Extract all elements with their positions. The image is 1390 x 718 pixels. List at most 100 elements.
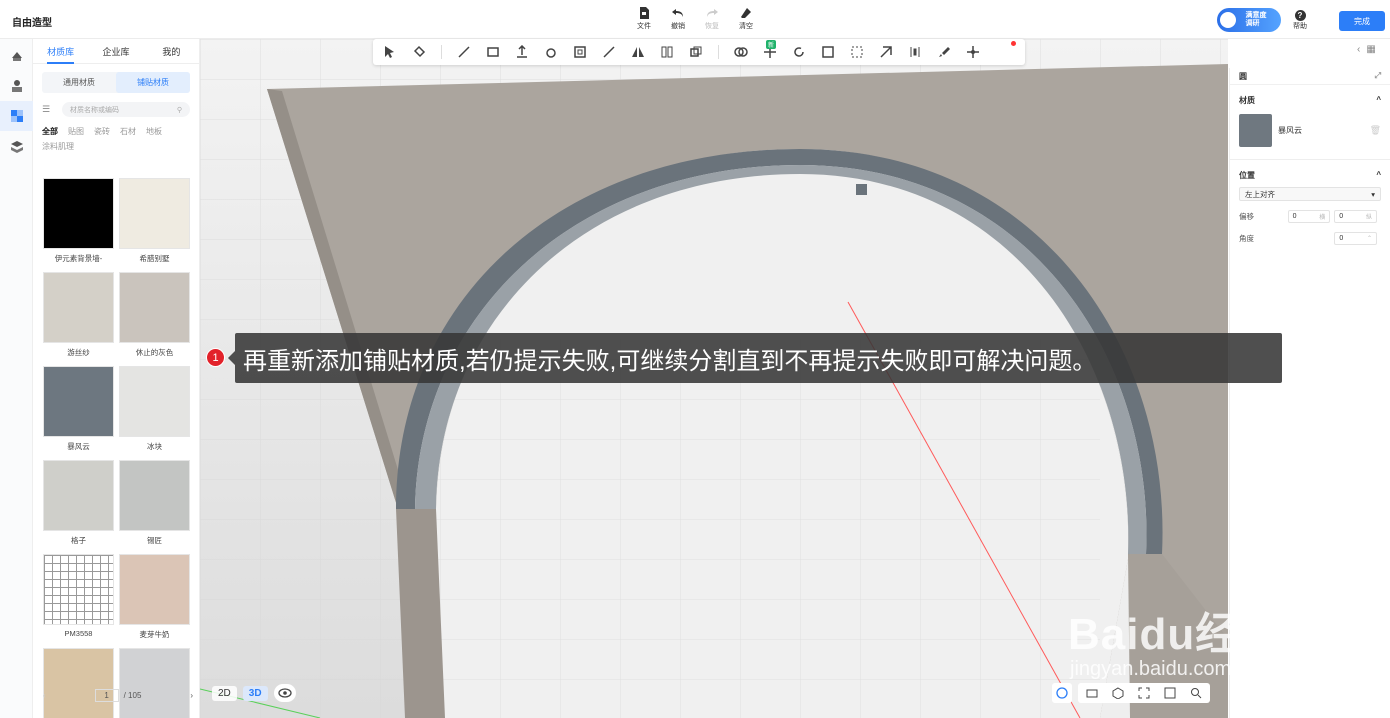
prev-page-icon[interactable]: ‹: [43, 691, 46, 700]
subtab-general[interactable]: 通用材质: [42, 72, 116, 93]
material-item[interactable]: 暴风云: [43, 366, 114, 460]
angle-input[interactable]: 0 ⌃: [1334, 232, 1377, 245]
material-item[interactable]: 伊元素背景墙-: [43, 178, 114, 272]
material-item[interactable]: [119, 648, 190, 718]
material-thumbnail[interactable]: [43, 366, 114, 437]
material-thumbnail[interactable]: [119, 178, 190, 249]
category-floor[interactable]: 地板: [146, 126, 162, 137]
delete-icon[interactable]: 🗑: [1370, 125, 1381, 136]
paint-tool[interactable]: [412, 45, 426, 59]
offset-y-input[interactable]: 0纵: [1334, 210, 1378, 223]
subtab-tiling[interactable]: 铺贴材质: [116, 72, 190, 93]
category-all[interactable]: 全部: [42, 126, 58, 137]
material-item[interactable]: 游丝纱: [43, 272, 114, 366]
draw-toolbar: [373, 39, 1025, 65]
material-item[interactable]: PM3558: [43, 554, 114, 648]
category-paint[interactable]: 涂料肌理: [42, 141, 74, 152]
category-stone[interactable]: 石材: [120, 126, 136, 137]
cube-view-button[interactable]: [1108, 683, 1128, 703]
select-tool[interactable]: [383, 45, 397, 59]
material-item[interactable]: 锡匠: [119, 460, 190, 554]
done-button[interactable]: 完成: [1339, 11, 1385, 31]
next-page-icon[interactable]: ›: [190, 691, 193, 700]
material-item[interactable]: 格子: [43, 460, 114, 554]
camera-button[interactable]: [1082, 683, 1102, 703]
more-tool[interactable]: [966, 45, 980, 59]
tutorial-caption: 再重新添加铺贴材质,若仍提示失败,可继续分割直到不再提示失败即可解决问题。: [235, 333, 1282, 383]
array-tool[interactable]: [660, 45, 674, 59]
tab-mine[interactable]: 我的: [144, 39, 199, 63]
rail-shapes[interactable]: [0, 41, 33, 71]
search-icon[interactable]: ⚲: [177, 106, 182, 114]
rail-materials[interactable]: [0, 101, 33, 131]
file-button[interactable]: 文件: [632, 6, 656, 31]
mirror-tool[interactable]: [631, 45, 645, 59]
search-input[interactable]: 材质名称或编码 ⚲: [62, 102, 190, 117]
reset-view-button[interactable]: [1052, 683, 1072, 703]
tab-enterprise-library[interactable]: 企业库: [88, 39, 143, 63]
push-pull-tool[interactable]: [515, 44, 529, 59]
view-2d-button[interactable]: 2D: [212, 685, 237, 701]
eye-icon[interactable]: [273, 684, 296, 702]
screenshot-button[interactable]: [1160, 683, 1180, 703]
clear-button[interactable]: 清空: [734, 6, 758, 31]
zoom-area-button[interactable]: [1186, 683, 1206, 703]
material-item[interactable]: 希腊别墅: [119, 178, 190, 272]
material-thumbnail[interactable]: [119, 272, 190, 343]
split-tool[interactable]: [850, 45, 864, 59]
material-thumbnail[interactable]: [43, 648, 114, 718]
material-swatch[interactable]: [1239, 114, 1272, 147]
collapse-right-icon[interactable]: ‹: [1357, 44, 1360, 55]
stepper-icon[interactable]: ⌃: [1367, 235, 1372, 242]
group-tool[interactable]: [689, 45, 703, 59]
rotate-tool[interactable]: [792, 45, 806, 59]
fit-view-button[interactable]: [1134, 683, 1154, 703]
rail-models[interactable]: [0, 71, 33, 101]
page-input[interactable]: 1: [94, 689, 119, 702]
position-section-title[interactable]: 位置 ^: [1239, 170, 1381, 181]
follow-tool[interactable]: [544, 45, 558, 59]
material-thumbnail[interactable]: [43, 178, 114, 249]
material-item[interactable]: 麦芽牛奶: [119, 554, 190, 648]
slice-tool[interactable]: [879, 45, 893, 59]
material-section-title[interactable]: 材质 ^: [1239, 95, 1381, 106]
pin-icon[interactable]: ⤢: [1375, 71, 1381, 81]
chevron-up-icon[interactable]: ^: [1376, 170, 1381, 181]
survey-badge[interactable]: 满意度 调研: [1217, 8, 1281, 32]
line-tool[interactable]: [457, 45, 471, 59]
material-thumbnail[interactable]: [43, 272, 114, 343]
scale-icon: [822, 46, 834, 58]
offset-x-input[interactable]: 0横: [1287, 210, 1331, 223]
list-view-icon[interactable]: ☰: [42, 104, 54, 115]
material-thumbnail[interactable]: [119, 366, 190, 437]
material-thumbnail[interactable]: [119, 648, 190, 718]
help-button[interactable]: ? 帮助: [1293, 10, 1307, 31]
survey-line2: 调研: [1245, 20, 1260, 27]
tab-material-library[interactable]: 材质库: [33, 39, 88, 64]
rectangle-tool[interactable]: [486, 45, 500, 59]
category-texture[interactable]: 贴图: [68, 126, 84, 137]
material-thumbnail[interactable]: [119, 554, 190, 625]
scale-tool[interactable]: [821, 45, 835, 59]
material-item[interactable]: [43, 648, 114, 718]
material-thumbnail[interactable]: [43, 554, 114, 625]
offset-tool[interactable]: [573, 45, 587, 59]
boolean-tool[interactable]: [734, 45, 748, 59]
material-thumbnail[interactable]: [43, 460, 114, 531]
layout-icon[interactable]: ▦: [1366, 44, 1375, 55]
category-tile[interactable]: 瓷砖: [94, 126, 110, 137]
brush-tool[interactable]: [937, 45, 951, 59]
undo-button[interactable]: 撤销: [666, 6, 690, 31]
redo-button[interactable]: 恢复: [700, 6, 724, 31]
chevron-up-icon[interactable]: ^: [1376, 95, 1381, 106]
align-tool[interactable]: [908, 45, 922, 59]
measure-tool[interactable]: [602, 45, 616, 59]
help-label: 帮助: [1293, 23, 1307, 30]
material-item[interactable]: 休止的灰色: [119, 272, 190, 366]
view-3d-button[interactable]: 3D: [242, 685, 268, 701]
material-item[interactable]: 冰块: [119, 366, 190, 460]
material-thumbnail[interactable]: [119, 460, 190, 531]
align-select[interactable]: 左上对齐 ▾: [1239, 187, 1381, 201]
rail-components[interactable]: [0, 131, 33, 161]
current-material[interactable]: 暴风云 🗑: [1239, 114, 1381, 147]
